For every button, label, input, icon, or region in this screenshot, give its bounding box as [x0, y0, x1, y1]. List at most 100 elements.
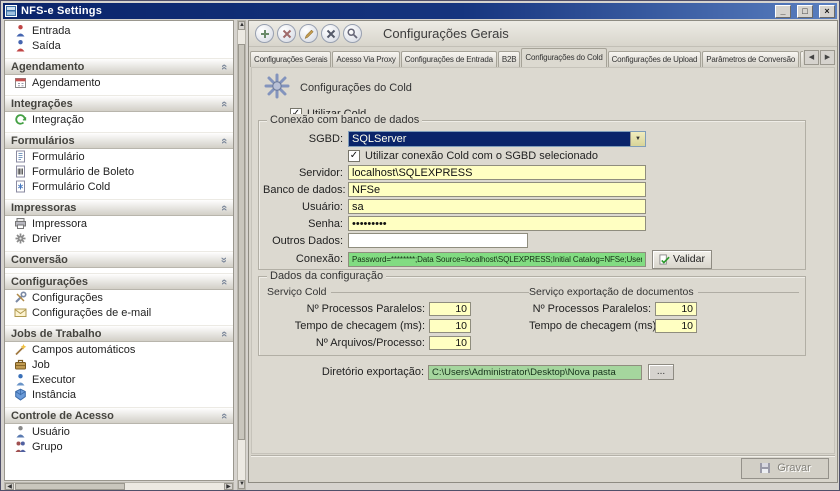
outros-input[interactable] [348, 233, 528, 248]
section-header-controle-acesso[interactable]: Controle de Acesso [5, 407, 233, 424]
scroll-down-button[interactable]: ▼ [238, 480, 245, 489]
sidebar-item-usuario[interactable]: Usuário [5, 424, 233, 439]
close-button[interactable]: × [819, 5, 835, 18]
sidebar-item-driver[interactable]: Driver [5, 231, 233, 246]
sidebar-section-jobs: Jobs de Trabalho Campos automáticos Job … [5, 325, 233, 402]
maximize-button[interactable]: □ [797, 5, 813, 18]
senha-input[interactable] [348, 216, 646, 231]
tab-licenciamento[interactable]: Licenciamento [800, 51, 803, 67]
export-num-processos-input[interactable] [655, 302, 697, 316]
sidebar-item-saida[interactable]: Saída [5, 38, 233, 53]
tab-configuracoes-do-cold[interactable]: Configurações do Cold [521, 48, 606, 67]
sidebar-section-conversao: Conversão [5, 251, 233, 268]
content-header: Configurações do Cold [300, 82, 412, 94]
cancel-icon [326, 29, 336, 39]
sidebar-item-configuracoes-email[interactable]: Configurações de e-mail [5, 305, 233, 320]
sgbd-selected-value: SQLServer [349, 133, 630, 145]
sidebar-item-label: Configurações [32, 292, 103, 304]
section-header-formularios[interactable]: Formulários [5, 132, 233, 149]
sidebar-item-label: Saída [32, 40, 61, 52]
banco-input[interactable] [348, 182, 646, 197]
expand-icon[interactable] [219, 256, 229, 262]
collapse-icon[interactable] [219, 100, 229, 106]
add-button[interactable] [255, 24, 274, 43]
sidebar-horizontal-scrollbar[interactable]: ◀ ▶ [4, 482, 234, 491]
minimize-button[interactable]: _ [775, 5, 791, 18]
sidebar-item-formulario-cold[interactable]: Formulário Cold [5, 179, 233, 194]
servidor-input[interactable] [348, 165, 646, 180]
collapse-icon[interactable] [219, 278, 229, 284]
edit-button[interactable] [299, 24, 318, 43]
conexao-string-input[interactable] [348, 252, 646, 267]
delete-button[interactable] [277, 24, 296, 43]
tab-configuracoes-de-upload[interactable]: Configurações de Upload [608, 51, 702, 67]
collapse-icon[interactable] [219, 137, 229, 143]
servico-export-column: Serviço exportação de documentos Nº Proc… [529, 286, 799, 355]
conexao-label: Conexão: [263, 253, 343, 265]
scrollbar-track[interactable] [238, 440, 245, 480]
export-tempo-checagem-input[interactable] [655, 319, 697, 333]
section-header-jobs[interactable]: Jobs de Trabalho [5, 325, 233, 342]
sidebar-item-entrada[interactable]: Entrada [5, 23, 233, 38]
sidebar-item-instancia[interactable]: Instância [5, 387, 233, 402]
scroll-right-button[interactable]: ▶ [224, 483, 233, 490]
diretorio-input[interactable] [428, 365, 642, 380]
sidebar-item-job[interactable]: Job [5, 357, 233, 372]
tab-parametros-de-conversao[interactable]: Parâmetros de Conversão [702, 51, 799, 67]
sidebar-item-agendamento[interactable]: Agendamento [5, 75, 233, 90]
sidebar-item-formulario-boleto[interactable]: Formulário de Boleto [5, 164, 233, 179]
sidebar-item-executor[interactable]: Executor [5, 372, 233, 387]
chevron-down-icon[interactable] [630, 132, 645, 146]
tab-scroll-left-icon[interactable]: ◀ [804, 50, 819, 65]
export-num-processos-row: Nº Processos Paralelos: [529, 300, 799, 317]
sgbd-row: SGBD: SQLServer [259, 130, 805, 147]
checkbox-checked-icon[interactable] [348, 150, 360, 162]
num-arquivos-input[interactable] [429, 336, 471, 350]
scrollbar-track[interactable] [125, 483, 224, 490]
sidebar-item-grupo[interactable]: Grupo [5, 439, 233, 454]
sidebar-item-impressora[interactable]: Impressora [5, 216, 233, 231]
sidebar-item-integracao[interactable]: Integração [5, 112, 233, 127]
sidebar-item-campos-automaticos[interactable]: Campos automáticos [5, 342, 233, 357]
section-header-integracoes[interactable]: Integrações [5, 95, 233, 112]
cube-icon [14, 388, 27, 401]
tools-icon [14, 291, 27, 304]
export-tempo-checagem-label: Tempo de checagem (ms): [529, 320, 651, 332]
cancel-button[interactable] [321, 24, 340, 43]
browse-button[interactable]: ... [648, 364, 674, 380]
collapse-icon[interactable] [219, 63, 229, 69]
usuario-input[interactable] [348, 199, 646, 214]
gravar-button[interactable]: Gravar [741, 458, 829, 479]
scrollbar-thumb[interactable] [238, 44, 245, 440]
search-button[interactable] [343, 24, 362, 43]
toolbar: Configurações Gerais [249, 21, 837, 47]
section-header-impressoras[interactable]: Impressoras [5, 199, 233, 216]
tab-acesso-via-proxy[interactable]: Acesso Via Proxy [332, 51, 399, 67]
sgbd-combobox[interactable]: SQLServer [348, 131, 646, 147]
scrollbar-track[interactable] [238, 30, 245, 44]
section-header-conversao[interactable]: Conversão [5, 251, 233, 268]
tempo-checagem-input[interactable] [429, 319, 471, 333]
group-icon [14, 440, 27, 453]
validar-button[interactable]: Validar [652, 250, 712, 269]
servidor-row: Servidor: [259, 164, 805, 181]
scroll-left-button[interactable]: ◀ [5, 483, 14, 490]
section-header-configuracoes[interactable]: Configurações [5, 273, 233, 290]
sidebar-item-formulario[interactable]: Formulário [5, 149, 233, 164]
save-disk-icon [759, 462, 771, 474]
tab-b2b[interactable]: B2B [498, 51, 521, 67]
tab-configuracoes-de-entrada[interactable]: Configurações de Entrada [401, 51, 497, 67]
servico-cold-subheader: Serviço Cold [267, 286, 529, 298]
num-processos-input[interactable] [429, 302, 471, 316]
vertical-scrollbar[interactable]: ▲ ▼ [237, 20, 246, 490]
collapse-icon[interactable] [219, 412, 229, 418]
collapse-icon[interactable] [219, 330, 229, 336]
utilizar-conexao-checkbox-row[interactable]: Utilizar conexão Cold com o SGBD selecio… [348, 150, 598, 162]
sidebar-item-configuracoes[interactable]: Configurações [5, 290, 233, 305]
collapse-icon[interactable] [219, 204, 229, 210]
section-header-agendamento[interactable]: Agendamento [5, 58, 233, 75]
scrollbar-thumb[interactable] [15, 483, 125, 490]
tab-scroll-right-icon[interactable]: ▶ [820, 50, 835, 65]
tab-configuracoes-gerais[interactable]: Configurações Gerais [250, 51, 331, 67]
scroll-up-button[interactable]: ▲ [238, 21, 245, 30]
